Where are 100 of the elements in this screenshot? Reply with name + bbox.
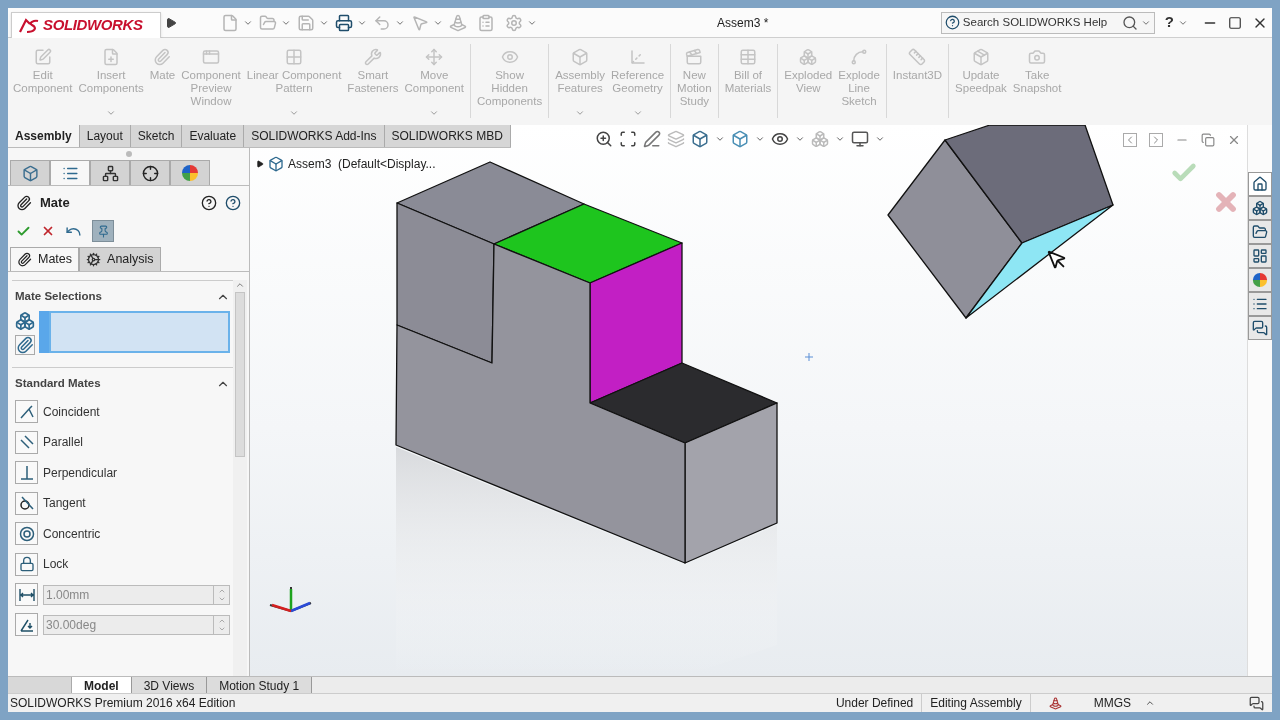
layers-icon[interactable]	[667, 130, 685, 148]
color-ball-icon	[1252, 272, 1268, 288]
help-icon[interactable]	[225, 195, 241, 211]
command-tab[interactable]: Layout	[79, 125, 131, 147]
boxes-icon[interactable]	[811, 130, 829, 148]
whats-new-icon[interactable]	[201, 195, 217, 211]
clapperboard-icon	[685, 48, 704, 66]
chat-icon	[1252, 320, 1268, 336]
caret-icon[interactable]	[1145, 698, 1155, 708]
search-field[interactable]: Search SOLIDWORKS Help	[940, 11, 1155, 34]
ruler-icon	[908, 48, 927, 66]
task-pane-tab[interactable]	[1248, 316, 1272, 340]
restore-icon[interactable]	[1201, 133, 1215, 147]
panel-tab[interactable]	[130, 160, 170, 185]
scroll-up-icon[interactable]	[235, 280, 245, 290]
tree-icon	[101, 164, 119, 182]
expand-arrow-icon[interactable]	[256, 160, 264, 168]
zoom-icon[interactable]	[595, 130, 613, 148]
gears-icon	[86, 252, 102, 267]
monitor-icon[interactable]	[851, 130, 869, 148]
panel-tab[interactable]	[90, 160, 130, 185]
logo-text: SOLIDWORKS	[43, 15, 143, 36]
parallel-icon	[18, 434, 35, 451]
spline-icon	[850, 48, 869, 66]
help-icon	[944, 15, 960, 30]
pin-button[interactable]	[92, 220, 114, 242]
task-pane-tab[interactable]	[1248, 220, 1272, 244]
crosshair-icon	[141, 164, 159, 182]
eye-icon[interactable]	[771, 130, 789, 148]
caret-icon[interactable]	[715, 134, 725, 144]
task-pane-tab[interactable]	[1248, 268, 1272, 292]
mate-option[interactable]: Tangent	[15, 488, 230, 519]
bottom-tab[interactable]: Motion Study 1	[207, 677, 313, 693]
task-pane-tab[interactable]	[1248, 292, 1272, 316]
paperclip-icon	[153, 48, 172, 66]
caret-icon[interactable]	[875, 134, 885, 144]
cube-icon	[571, 48, 590, 66]
file-icon[interactable]	[221, 13, 239, 32]
package-icon	[971, 48, 990, 66]
caret-icon	[289, 108, 300, 118]
command-tab[interactable]: SOLIDWORKS MBD	[384, 125, 511, 147]
section-title: Mate Selections	[15, 289, 102, 304]
search-input[interactable]: Search SOLIDWORKS Help	[962, 13, 1119, 32]
selection-list[interactable]	[39, 311, 230, 354]
cube-icon[interactable]	[691, 130, 709, 148]
perpendicular-icon	[18, 464, 35, 481]
help-button[interactable]: ?	[1164, 11, 1174, 34]
boxes-icon	[799, 48, 818, 66]
chat-icon[interactable]	[1249, 695, 1264, 711]
cancel-icon[interactable]	[41, 224, 55, 238]
expand-menu-icon[interactable]	[165, 16, 177, 29]
tangent-icon	[18, 495, 35, 512]
camera-icon	[1028, 48, 1047, 66]
pin-icon	[96, 224, 110, 238]
zoom-area-icon[interactable]	[619, 130, 637, 148]
caret-icon[interactable]	[795, 134, 805, 144]
pointer-icon[interactable]	[411, 13, 429, 32]
printer-icon[interactable]	[335, 13, 353, 32]
panel-tab[interactable]	[50, 160, 90, 185]
components-icon[interactable]	[15, 311, 35, 332]
bottom-tab[interactable]: Model	[72, 677, 132, 693]
home-icon	[1252, 176, 1268, 192]
command-tab[interactable]: Sketch	[130, 125, 183, 147]
property-tab[interactable]: Mates	[10, 247, 80, 271]
mate-option[interactable]: Lock	[15, 549, 230, 580]
list-icon[interactable]	[477, 13, 495, 32]
save-icon[interactable]	[297, 13, 315, 32]
mate-option[interactable]: Parallel	[15, 427, 230, 458]
pen-icon[interactable]	[643, 130, 661, 148]
next-view-icon[interactable]	[1149, 133, 1163, 147]
cube-icon[interactable]	[731, 130, 749, 148]
scrollbar[interactable]	[233, 280, 247, 676]
task-pane-tab[interactable]	[1248, 244, 1272, 268]
bottom-tab[interactable]: 3D Views	[131, 677, 208, 693]
mate-reference-icon[interactable]	[15, 335, 35, 356]
property-tab[interactable]: Analysis	[79, 247, 161, 271]
maximize-icon[interactable]	[1228, 15, 1242, 30]
search-icon	[1121, 14, 1138, 31]
units-selector[interactable]: MMGS	[1093, 694, 1131, 712]
mate-option[interactable]: Concentric	[15, 518, 230, 549]
task-pane-tab[interactable]	[1248, 196, 1272, 220]
caret-icon[interactable]	[835, 134, 845, 144]
logo-icon	[18, 17, 40, 34]
settings-icon[interactable]	[505, 13, 523, 32]
mate-option[interactable]: Perpendicular	[15, 457, 230, 488]
status-text: Under Defined	[827, 694, 923, 712]
paperclip-icon	[16, 195, 32, 211]
splitter-handle[interactable]	[125, 151, 132, 157]
command-tab[interactable]: SOLIDWORKS Add-Ins	[244, 125, 385, 147]
caret-icon[interactable]	[755, 134, 765, 144]
mate-option[interactable]: Coincident	[15, 396, 230, 427]
move-icon	[425, 48, 444, 66]
task-pane-tab[interactable]	[1248, 172, 1272, 196]
wrench-icon	[363, 48, 382, 66]
concentric-icon	[18, 525, 35, 542]
folder-icon[interactable]	[259, 13, 277, 32]
previous-view-icon[interactable]	[1123, 133, 1137, 147]
panel-title: Mate	[40, 194, 70, 213]
command-tab[interactable]: Evaluate	[182, 125, 245, 147]
tree-item[interactable]: Assem3 (Default<Display...	[288, 155, 436, 173]
